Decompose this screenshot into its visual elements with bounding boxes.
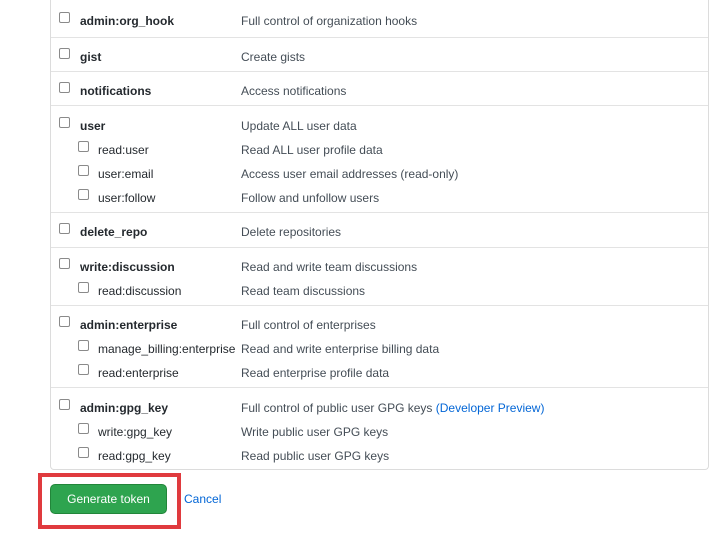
scope-name: notifications (80, 84, 152, 98)
scope-group-notifications: notifications Access notifications (51, 71, 708, 106)
subscope-name: write:gpg_key (98, 425, 173, 439)
subscope-checkbox[interactable] (78, 141, 89, 152)
scope-description: Access notifications (241, 84, 347, 98)
scope-group-user: user Update ALL user data read:user Read… (51, 105, 708, 213)
scope-name: admin:enterprise (80, 318, 178, 332)
scope-row: delete_repo Delete repositories (51, 220, 708, 242)
scopes-list: admin:org_hook Full control of organizat… (50, 0, 709, 470)
scope-description: Full control of enterprises (241, 318, 376, 332)
scope-description: Read and write team discussions (241, 260, 418, 274)
subscope-row: read:gpg_key Read public user GPG keys (51, 444, 708, 466)
subscope-checkbox[interactable] (78, 423, 89, 434)
scope-description: Full control of organization hooks (241, 14, 418, 28)
scope-name: admin:org_hook (80, 14, 175, 28)
scope-description: Create gists (241, 50, 306, 64)
scope-row: gist Create gists (51, 45, 708, 67)
subscope-description: Read public user GPG keys (241, 449, 390, 463)
scope-group-write-discussion: write:discussion Read and write team dis… (51, 247, 708, 306)
scope-group-admin-gpg-key: admin:gpg_key Full control of public use… (51, 387, 708, 470)
scope-description-text: Full control of public user GPG keys (241, 401, 433, 415)
subscope-description: Read team discussions (241, 284, 366, 298)
subscope-name: read:user (98, 143, 149, 157)
scope-checkbox[interactable] (59, 48, 70, 59)
subscope-checkbox[interactable] (78, 364, 89, 375)
subscope-description: Access user email addresses (read-only) (241, 167, 459, 181)
scope-description: Update ALL user data (241, 119, 357, 133)
scope-group-admin-enterprise: admin:enterprise Full control of enterpr… (51, 305, 708, 388)
subscope-name: read:enterprise (98, 366, 179, 380)
scope-checkbox[interactable] (59, 223, 70, 234)
subscope-description: Follow and unfollow users (241, 191, 380, 205)
scope-name: admin:gpg_key (80, 401, 169, 415)
subscope-description: Read and write enterprise billing data (241, 342, 440, 356)
subscope-row: write:gpg_key Write public user GPG keys (51, 420, 708, 442)
scope-checkbox[interactable] (59, 117, 70, 128)
cancel-link[interactable]: Cancel (184, 492, 221, 506)
scope-group-delete-repo: delete_repo Delete repositories (51, 212, 708, 248)
scope-group-admin-org-hook: admin:org_hook Full control of organizat… (51, 0, 708, 37)
scope-group-gist: gist Create gists (51, 37, 708, 72)
subscope-row: user:email Access user email addresses (… (51, 162, 708, 184)
scope-checkbox[interactable] (59, 258, 70, 269)
scope-row: admin:gpg_key Full control of public use… (51, 396, 708, 418)
scope-name: write:discussion (80, 260, 175, 274)
scope-row: user Update ALL user data (51, 114, 708, 136)
scope-checkbox[interactable] (59, 12, 70, 23)
scope-row: admin:enterprise Full control of enterpr… (51, 313, 708, 335)
subscope-description: Read ALL user profile data (241, 143, 383, 157)
subscope-name: user:follow (98, 191, 156, 205)
scope-checkbox[interactable] (59, 82, 70, 93)
scope-row: write:discussion Read and write team dis… (51, 255, 708, 277)
subscope-checkbox[interactable] (78, 447, 89, 458)
scope-description: Full control of public user GPG keys (De… (241, 401, 544, 415)
subscope-name: read:gpg_key (98, 449, 171, 463)
subscope-row: read:enterprise Read enterprise profile … (51, 361, 708, 383)
scope-name: user (80, 119, 106, 133)
subscope-row: read:user Read ALL user profile data (51, 138, 708, 160)
subscope-row: manage_billing:enterprise Read and write… (51, 337, 708, 359)
scope-checkbox[interactable] (59, 399, 70, 410)
subscope-row: read:discussion Read team discussions (51, 279, 708, 301)
subscope-checkbox[interactable] (78, 189, 89, 200)
subscope-name: manage_billing:enterprise (98, 342, 236, 356)
subscope-checkbox[interactable] (78, 340, 89, 351)
subscope-description: Write public user GPG keys (241, 425, 389, 439)
subscope-name: user:email (98, 167, 154, 181)
subscope-checkbox[interactable] (78, 165, 89, 176)
scope-name: delete_repo (80, 225, 148, 239)
subscope-checkbox[interactable] (78, 282, 89, 293)
subscope-name: read:discussion (98, 284, 182, 298)
scope-row: admin:org_hook Full control of organizat… (51, 9, 708, 31)
subscope-row: user:follow Follow and unfollow users (51, 186, 708, 208)
developer-preview-link[interactable]: (Developer Preview) (436, 401, 545, 415)
scope-description: Delete repositories (241, 225, 342, 239)
scope-name: gist (80, 50, 102, 64)
generate-token-button[interactable]: Generate token (50, 484, 167, 514)
subscope-description: Read enterprise profile data (241, 366, 390, 380)
scope-checkbox[interactable] (59, 316, 70, 327)
scope-row: notifications Access notifications (51, 79, 708, 101)
